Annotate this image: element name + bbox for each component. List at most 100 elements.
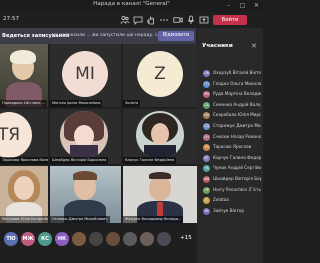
camera-icon[interactable] (173, 15, 183, 25)
participant-row[interactable]: СНСчисюк Назар Романович (197, 132, 263, 143)
close-window-button[interactable]: ✕ (250, 0, 263, 12)
video-tile[interactable]: Жмурко Володимир Володи... (123, 166, 197, 223)
participant-name: Чумак Андрій Сергійович (213, 165, 261, 171)
initials-avatar: Z (137, 51, 183, 97)
participant-name: Сторожук Дмитро Михайлович (213, 122, 261, 128)
avatar[interactable]: КС (38, 232, 52, 246)
participant-name: Охорзуб Віталій Вікторович (213, 70, 261, 75)
participant-hair (149, 172, 171, 179)
panel-title: Учасники (202, 43, 233, 49)
share-icon[interactable] (199, 15, 209, 25)
participant-row[interactable]: САСеменко Андрій Володимирович (197, 100, 263, 111)
participant-name: Карчук Галина Федорівна (213, 154, 261, 160)
video-tile[interactable]: Приходько Світлана ... (0, 44, 48, 107)
more-participants-count[interactable]: +15 (180, 235, 192, 241)
avatar[interactable] (89, 232, 103, 246)
avatar[interactable] (106, 232, 120, 246)
video-tile[interactable]: Сечкарь Дмитро Михайлович (50, 166, 121, 223)
avatar: СА (203, 101, 210, 109)
video-tile[interactable]: Шнайдер Вікторія Борисівна (50, 109, 121, 164)
avatar-initials: Z (154, 64, 166, 84)
more-icon[interactable] (159, 15, 169, 25)
participant-hair (73, 171, 97, 180)
avatar: ТЯ (203, 144, 210, 152)
participant-name: Карчук Галина Федорівна (123, 157, 177, 164)
participant-name: Руда Мартіна Володимирівна (213, 91, 261, 97)
picture-face (151, 123, 169, 145)
avatar: СЮ (203, 112, 210, 120)
maximize-button[interactable]: □ (236, 0, 249, 12)
avatar: РМ (203, 91, 210, 99)
participant-row[interactable]: ОВОхорзуб Віталій Вікторович (197, 68, 263, 79)
participant-name: Приходько Світлана ... (0, 100, 48, 107)
avatar[interactable]: ТЮ (4, 232, 18, 246)
avatar: ЗВ (203, 207, 210, 215)
participants-panel: Учасники ✕ ОВОхорзуб Віталій ВікторовичГ… (197, 28, 263, 263)
meeting-toolbar: 27:57 Вийти (0, 12, 263, 28)
avatar: ЧА (203, 165, 210, 173)
mic-icon[interactable] (186, 15, 196, 25)
profile-picture (60, 111, 108, 159)
avatar: ОВ (203, 70, 210, 77)
title-bar: Нарада в каналі "General" – □ ✕ (0, 0, 263, 12)
meeting-timer: 27:57 (3, 16, 20, 22)
participant-row[interactable]: РМРуда Мартіна Володимирівна (197, 89, 263, 100)
participant-row[interactable]: СЮСкоробала Юлія Мирославівна (197, 110, 263, 121)
video-tile[interactable]: Рисунова Юлія Богданівна (0, 166, 48, 223)
participant-name: Счисюк Назар Романович (213, 133, 261, 139)
participant-hair (10, 50, 36, 64)
participant-name: Мигаль Ірина Миколаївна (50, 100, 103, 107)
video-tile[interactable]: Карчук Галина Федорівна (123, 109, 197, 164)
participant-row[interactable]: КГКарчук Галина Федорівна (197, 153, 263, 164)
avatar[interactable]: НК (55, 232, 69, 246)
overflow-participant-strip: +15 ТЮ МЖ КС НК (0, 223, 197, 263)
avatar: ШВ (203, 175, 210, 183)
profile-picture (136, 111, 184, 159)
participant-row[interactable]: ШВШнайдер Вікторія Борисівна (197, 174, 263, 185)
chat-icon[interactable] (133, 15, 143, 25)
participant-name: Тарасюк Ярослав (213, 144, 252, 150)
participant-name: Гладка Ольга Миколаївна (213, 80, 261, 86)
picture-face (74, 125, 94, 147)
close-icon[interactable]: ✕ (251, 42, 257, 50)
participant-row[interactable]: ЗВ Зайчук Віктор (197, 206, 263, 217)
avatar[interactable] (72, 232, 86, 246)
participant-name: Zolotaa (213, 197, 229, 203)
video-tile[interactable]: ТЯ Тарасова Ярослава Валер... (0, 109, 48, 164)
participant-row[interactable]: СДСторожук Дмитро Михайлович (197, 121, 263, 132)
avatar: Z (203, 197, 210, 205)
participant-tie (157, 202, 163, 216)
raise-hand-icon[interactable] (146, 15, 156, 25)
participant-name: Рисунова Юлія Богданівна (0, 216, 48, 223)
recording-notice: Ви запросили ... Ви запустили цю нараду.… (52, 33, 162, 39)
participant-name: Шнайдер Вікторія Борисівна (50, 157, 109, 164)
avatar[interactable] (140, 232, 154, 246)
avatar[interactable] (157, 232, 171, 246)
participant-row[interactable]: ТЯ Тарасюк Ярослав (197, 142, 263, 153)
participant-row[interactable]: ГОГладка Ольга Миколаївна (197, 79, 263, 90)
participant-name: Семенко Андрій Володимирович (213, 101, 261, 107)
participant-name: Скоробала Юлія Мирославівна (213, 112, 261, 118)
people-icon[interactable] (120, 15, 130, 25)
teams-meeting-window: Нарада в каналі "General" – □ ✕ 27:57 Ви… (0, 0, 263, 263)
avatar: СД (203, 122, 210, 130)
video-grid: Приходько Світлана ... MI Мигаль Ірина М… (0, 44, 197, 223)
video-tile[interactable]: MI Мигаль Ірина Миколаївна (50, 44, 121, 107)
participant-face (14, 176, 34, 200)
initials-avatar: MI (62, 51, 108, 97)
avatar: HP (203, 186, 210, 194)
avatar-initials: ТЯ (0, 125, 21, 145)
participant-row[interactable]: Z Zolotaa (197, 195, 263, 206)
participant-name: Harry Panochkin (Гість) (213, 186, 261, 192)
video-tile[interactable]: Z Золотa (123, 44, 197, 107)
participant-name: Золотa (123, 100, 141, 107)
participant-row[interactable]: ЧАЧумак Андрій Сергійович (197, 163, 263, 174)
dismiss-recording-button[interactable]: Відмовити (158, 31, 194, 41)
participant-row[interactable]: HP Harry Panochkin (Гість) (197, 185, 263, 196)
leave-button[interactable]: Вийти (213, 15, 247, 25)
avatar[interactable]: МЖ (21, 232, 35, 246)
minimize-button[interactable]: – (222, 0, 235, 12)
avatar: СН (203, 133, 210, 141)
participant-name: Сечкарь Дмитро Михайлович (50, 216, 110, 223)
avatar[interactable] (123, 232, 137, 246)
